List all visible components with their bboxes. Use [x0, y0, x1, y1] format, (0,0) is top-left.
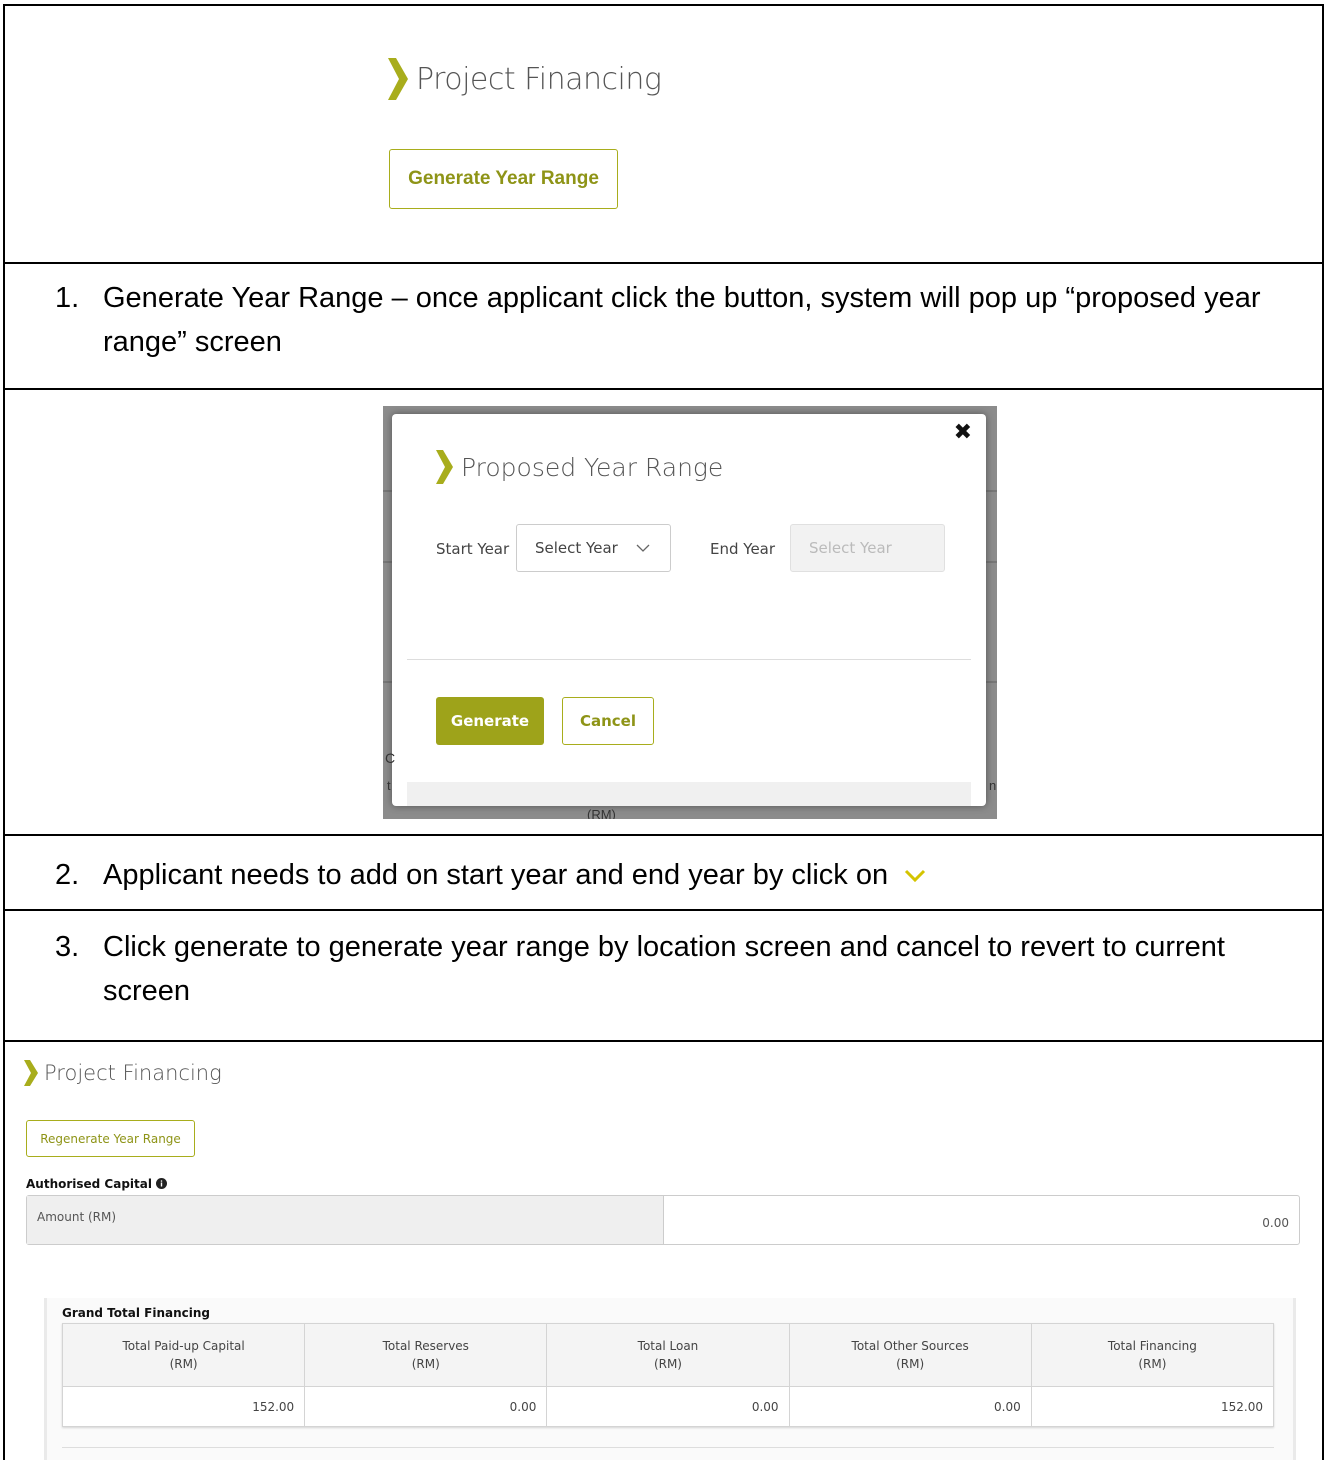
bottom-title-text: Project Financing: [44, 1061, 222, 1085]
row-step-1: 1. Generate Year Range – once applicant …: [5, 264, 1322, 390]
row-section-header: Project Financing Generate Year Range: [5, 6, 1322, 264]
table-row: 152.00 0.00 0.00 0.00 152.00: [61, 1386, 1275, 1427]
generate-button[interactable]: Generate: [436, 697, 544, 745]
section-title: Project Financing: [388, 58, 662, 100]
panel-divider: [62, 1447, 1274, 1448]
dialog-title: Proposed Year Range: [436, 450, 723, 484]
step-3-number: 3.: [55, 931, 80, 963]
chevron-right-icon: [436, 450, 453, 484]
bottom-section-title: Project Financing: [24, 1060, 222, 1086]
column-header: Total Reserves (RM): [304, 1323, 548, 1387]
regenerate-year-range-button[interactable]: Regenerate Year Range: [26, 1120, 195, 1157]
background-fragment: t: [387, 778, 391, 793]
start-year-label: Start Year: [436, 540, 510, 558]
column-header: Total Loan (RM): [546, 1323, 790, 1387]
authorised-capital-label: Authorised Capital: [26, 1177, 168, 1191]
end-year-label: End Year: [710, 540, 776, 558]
end-year-select: Select Year: [790, 524, 945, 572]
generate-year-range-button[interactable]: Generate Year Range: [389, 149, 618, 209]
dialog-divider: [407, 659, 971, 660]
authorised-capital-text: Authorised Capital: [26, 1177, 152, 1191]
chevron-down-icon: [636, 544, 650, 552]
row-step-3: 3. Click generate to generate year range…: [5, 911, 1322, 1042]
grand-total-table: Total Paid-up Capital (RM) Total Reserves…: [61, 1323, 1275, 1427]
step-2-number: 2.: [55, 859, 80, 891]
step-2-text-content: Applicant needs to add on start year and…: [103, 859, 889, 891]
table-cell: 0.00: [304, 1386, 548, 1427]
step-1-number: 1.: [55, 282, 80, 314]
close-icon[interactable]: ✖: [954, 420, 972, 445]
amount-input[interactable]: 0.00: [1262, 1216, 1289, 1230]
background-fragment: n: [989, 778, 997, 793]
column-header: Total Other Sources (RM): [788, 1323, 1032, 1387]
start-year-value: Select Year: [535, 539, 618, 557]
background-fragment: (RM): [587, 807, 616, 819]
modal-screenshot: ✖ Proposed Year Range Start Year Select …: [383, 406, 997, 819]
proposed-year-range-dialog: ✖ Proposed Year Range Start Year Select …: [392, 414, 986, 806]
dialog-title-text: Proposed Year Range: [461, 452, 724, 482]
background-fragment: C: [385, 750, 396, 766]
amount-label: Amount (RM): [27, 1196, 664, 1244]
table-cell: 0.00: [546, 1386, 790, 1427]
dialog-footer-strip: [407, 782, 971, 806]
authorised-capital-field: Amount (RM) 0.00: [26, 1195, 1300, 1245]
table-header-row: Total Paid-up Capital (RM) Total Reserves…: [61, 1323, 1275, 1387]
row-step-2: 2. Applicant needs to add on start year …: [5, 836, 1322, 911]
end-year-value: Select Year: [809, 539, 892, 557]
grand-total-label: Grand Total Financing: [62, 1306, 210, 1320]
table-cell: 152.00: [61, 1386, 306, 1427]
row-modal-screenshot: ✖ Proposed Year Range Start Year Select …: [5, 390, 1322, 836]
chevron-right-icon: [388, 58, 408, 100]
step-3-text: Click generate to generate year range by…: [103, 931, 1225, 1007]
step-1-text: Generate Year Range – once applicant cli…: [103, 282, 1261, 358]
table-cell: 0.00: [788, 1386, 1032, 1427]
column-header: Total Financing (RM): [1030, 1323, 1275, 1387]
table-cell: 152.00: [1030, 1386, 1275, 1427]
section-title-text: Project Financing: [416, 61, 662, 97]
chevron-down-icon: [905, 870, 926, 883]
start-year-select[interactable]: Select Year: [516, 524, 671, 572]
cancel-button[interactable]: Cancel: [562, 697, 654, 745]
info-icon: [156, 1178, 168, 1189]
step-2-text: Applicant needs to add on start year and…: [103, 853, 1283, 897]
chevron-right-icon: [24, 1060, 38, 1086]
column-header: Total Paid-up Capital (RM): [61, 1323, 306, 1387]
